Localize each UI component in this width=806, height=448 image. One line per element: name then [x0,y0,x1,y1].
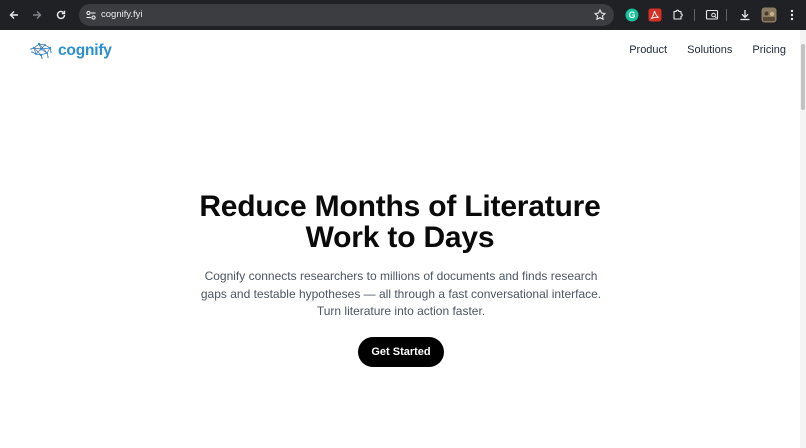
toolbar-divider [694,9,695,21]
top-navigation: Product Solutions Pricing [609,42,786,58]
nav-link-solutions[interactable]: Solutions [687,42,732,58]
grammarly-extension-icon[interactable]: G [624,7,640,23]
bookmark-star-icon[interactable] [593,8,607,22]
nav-link-product[interactable]: Product [629,42,667,58]
download-icon[interactable] [737,7,753,23]
get-started-button[interactable]: Get Started [358,337,444,367]
toolbar-divider [726,9,727,21]
browser-toolbar: cognify.fyi G [0,0,806,30]
address-bar[interactable]: cognify.fyi [79,4,614,26]
media-cast-icon[interactable] [704,7,720,23]
hero-title: Reduce Months of Literature Work to Days [0,191,800,253]
cognify-logo-icon [30,42,52,59]
forward-icon[interactable] [28,6,46,24]
site-info-icon[interactable] [84,8,98,22]
nav-link-pricing[interactable]: Pricing [752,42,786,58]
brand-logo[interactable]: cognify [30,40,112,62]
menu-kebab-icon[interactable] [784,7,800,23]
extensions-puzzle-icon[interactable] [670,7,686,23]
scrollbar-thumb[interactable] [801,44,805,110]
back-icon[interactable] [5,6,23,24]
svg-text:G: G [628,10,635,20]
reload-icon[interactable] [52,6,70,24]
page-viewport: cognify Product Solutions Pricing Reduce… [0,30,806,448]
hero-title-line-2: Work to Days [305,221,495,254]
hero-title-line-1: Reduce Months of Literature [199,190,601,223]
acrobat-extension-icon[interactable] [647,7,663,23]
url-text[interactable]: cognify.fyi [101,4,143,26]
profile-avatar[interactable] [761,7,777,23]
brand-name: cognify [58,42,112,59]
page-scrollbar[interactable] [800,30,806,448]
hero-subtitle: Cognify connects researchers to millions… [200,269,602,318]
